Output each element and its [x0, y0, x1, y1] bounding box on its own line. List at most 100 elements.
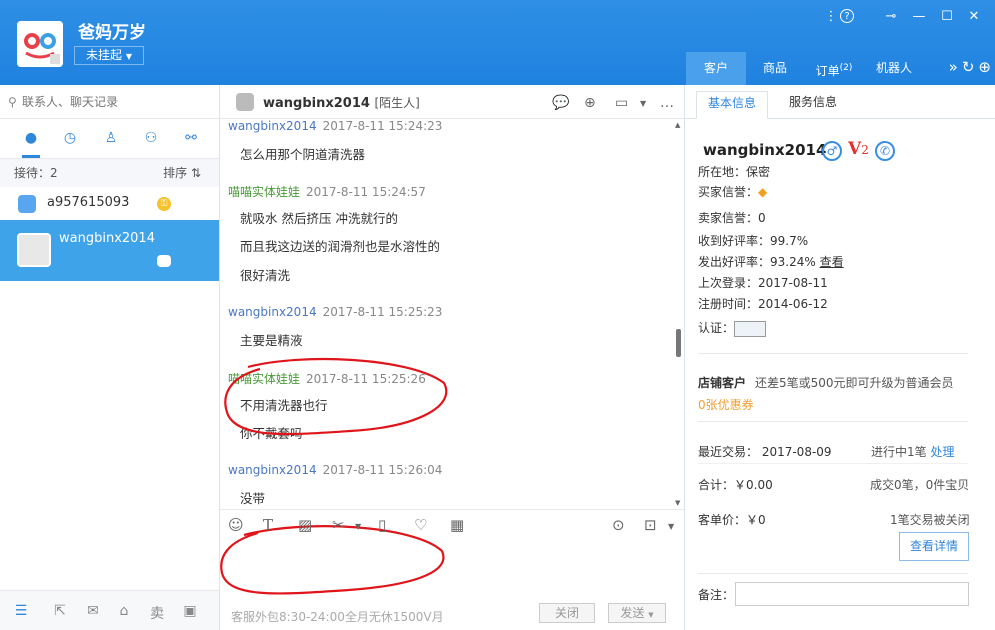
tab-customer[interactable]: 客户	[686, 52, 746, 85]
minimize-icon[interactable]: —	[911, 8, 927, 24]
chat-bubble-icon[interactable]: ●	[21, 130, 41, 158]
search-input[interactable]	[22, 95, 202, 109]
more-icon[interactable]: …	[660, 95, 674, 111]
contact-item[interactable]: a957615093 ⚿	[0, 187, 219, 220]
message-text: 就吸水 然后挤压 冲洗就行的	[240, 211, 398, 226]
send-button[interactable]: 发送 ▼	[608, 603, 666, 623]
message-text: 没带	[240, 491, 266, 506]
sell-icon[interactable]: 卖	[148, 603, 166, 623]
top-nav-icons: » ↻ ⊕	[949, 58, 991, 76]
add-contact-icon[interactable]: ⊕	[584, 95, 596, 111]
contact-item-active[interactable]: wangbinx2014	[0, 220, 219, 281]
chat-scrollbar[interactable]: ▲ ▼	[673, 119, 684, 509]
status-dropdown[interactable]: 未挂起 ▼	[74, 46, 144, 65]
last-login: 上次登录：2017-08-11	[698, 276, 828, 290]
scroll-down-icon[interactable]: ▼	[675, 499, 680, 507]
vip-number: 2	[861, 143, 869, 157]
chat-panel: wangbinx2014 [陌生人] 💬 ⊕ ▭ ▼ … wangbinx201…	[220, 85, 684, 630]
closed-trades: 1笔交易被关闭	[890, 513, 970, 527]
memo-input[interactable]	[735, 582, 969, 606]
tab-products[interactable]: 商品	[746, 52, 804, 85]
export-icon[interactable]: ⇱	[51, 603, 69, 619]
maximize-icon[interactable]: ☐	[939, 8, 955, 24]
message-meta: wangbinx2014 2017-8-11 15:26:04	[228, 463, 442, 477]
timestamp: 2017-8-11 15:25:23	[322, 305, 443, 319]
message-input[interactable]	[220, 539, 684, 599]
message-text: 怎么用那个阴道清洗器	[240, 147, 366, 162]
shake-icon[interactable]: ▯	[378, 516, 386, 534]
more-icon[interactable]: »	[949, 58, 958, 76]
quick-reply-icon[interactable]: ⊙	[612, 516, 625, 534]
order-count-badge: (2)	[839, 63, 853, 73]
view-details-button[interactable]: 查看详情	[899, 532, 969, 561]
divider	[698, 421, 968, 422]
avatar	[236, 93, 254, 111]
chevron-down-icon[interactable]: ▼	[355, 522, 361, 531]
window-icon[interactable]: ▣	[181, 603, 199, 619]
message-badge-icon	[157, 255, 171, 267]
sender-name: 喵喵实体娃娃	[228, 372, 301, 386]
received-rate: 收到好评率：99.7%	[698, 234, 809, 248]
message-meta: wangbinx2014 2017-8-11 15:24:23	[228, 119, 442, 133]
add-icon[interactable]: ⊕	[978, 58, 991, 76]
handle-link[interactable]: 处理	[930, 445, 954, 459]
tab-basic-info[interactable]: 基本信息	[696, 91, 768, 119]
male-icon: ♂	[822, 141, 842, 161]
pin-icon[interactable]: ⊸	[883, 8, 899, 24]
message-text: 而且我这边送的润滑剂也是水溶性的	[240, 239, 441, 254]
help-icon[interactable]: ?	[840, 9, 854, 23]
status-label: 未挂起	[86, 48, 123, 62]
image-icon[interactable]: ▨	[298, 516, 312, 534]
tab-service-info[interactable]: 服务信息	[777, 91, 849, 119]
calculator-icon[interactable]: ▦	[450, 516, 464, 534]
contact-icon[interactable]: ♙	[101, 130, 121, 148]
scroll-thumb[interactable]	[676, 329, 681, 357]
stranger-tag: [陌生人]	[374, 96, 420, 110]
history-icon[interactable]: ⊡	[644, 516, 657, 534]
diamond-icon: ◆	[758, 185, 768, 199]
message-text: 主要是精液	[240, 333, 303, 348]
vip-letter: V	[848, 139, 862, 159]
location: 所在地：保密	[698, 165, 771, 179]
message-list: wangbinx2014 2017-8-11 15:24:23 怎么用那个阴道清洗…	[220, 119, 684, 509]
info-tabs: 基本信息 服务信息	[685, 85, 995, 119]
emoji-icon[interactable]: ☺	[228, 516, 244, 534]
coupon-count[interactable]: 0张优惠券	[698, 396, 754, 413]
chevron-down-icon[interactable]: ▼	[640, 99, 646, 108]
contact-panel: ⚲ ● ◷ ♙ ⚇ ⚯ 接待：2 排序 ⇅ a957615093 ⚿ wangb…	[0, 85, 220, 630]
tab-label: 客户	[703, 61, 728, 75]
refresh-icon[interactable]: ↻	[962, 58, 975, 76]
close-icon[interactable]: ✕	[966, 8, 982, 24]
group-icon[interactable]: ⚇	[141, 130, 161, 148]
org-icon[interactable]: ⚯	[181, 130, 201, 148]
sender-name: wangbinx2014	[228, 305, 317, 319]
chevron-down-icon: ▼	[648, 611, 654, 619]
divider	[698, 463, 968, 464]
scroll-up-icon[interactable]: ▲	[675, 121, 680, 129]
grid-icon[interactable]: ⋮	[823, 8, 839, 24]
sort-button[interactable]: 排序 ⇅	[163, 159, 201, 187]
heart-icon[interactable]: ♡	[414, 516, 427, 534]
message-text: 不用清洗器也行	[240, 398, 328, 413]
clock-icon[interactable]: ◷	[60, 130, 80, 148]
font-icon[interactable]: T	[263, 516, 273, 534]
close-button[interactable]: 关闭	[539, 603, 595, 623]
chevron-down-icon[interactable]: ▼	[668, 522, 674, 531]
tab-robot[interactable]: 机器人	[864, 52, 924, 85]
mail-icon[interactable]: ✉	[84, 603, 102, 619]
phone-icon[interactable]: ✆	[875, 141, 895, 161]
sort-icon: ⇅	[190, 166, 201, 180]
divider	[698, 573, 968, 574]
certification: 认证：	[698, 319, 767, 337]
tab-label: 商品	[762, 61, 787, 75]
scissors-icon[interactable]: ✂	[332, 516, 345, 534]
view-link[interactable]: 查看	[820, 255, 844, 269]
screen-icon[interactable]: ▭	[615, 95, 628, 111]
chat-bubble-icon[interactable]: 💬	[552, 95, 569, 111]
chat-contact-name: wangbinx2014 [陌生人]	[263, 94, 420, 111]
sender-name: wangbinx2014	[228, 119, 317, 133]
store-icon[interactable]: ⌂	[115, 603, 133, 619]
sort-label: 排序	[163, 166, 188, 180]
menu-icon[interactable]: ☰	[12, 603, 30, 619]
tab-orders[interactable]: 订单(2)	[804, 52, 864, 85]
